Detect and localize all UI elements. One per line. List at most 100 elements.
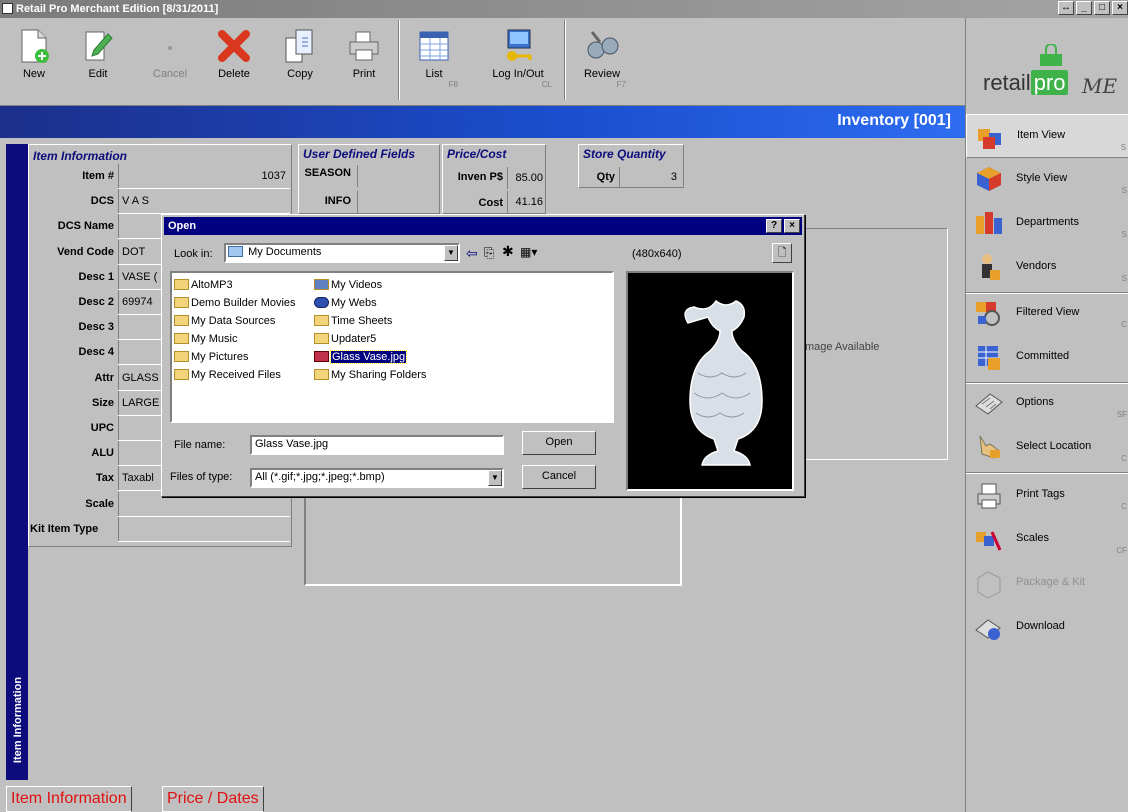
files-of-type-label: Files of type: (170, 471, 233, 483)
up-folder-icon[interactable]: ⎘ (484, 245, 494, 261)
look-in-dropdown[interactable]: My Documents ▼ (224, 243, 460, 263)
folder-icon (174, 278, 189, 290)
delete-button[interactable]: Delete (204, 20, 264, 102)
file-list-item[interactable]: Demo Builder Movies (174, 295, 296, 313)
price-label: Inven P$ (457, 171, 503, 183)
file-list-item[interactable]: My Pictures (174, 349, 248, 367)
app-icon (2, 3, 13, 14)
field-label: DCS Name (57, 220, 114, 233)
file-list-item[interactable]: My Sharing Folders (314, 367, 426, 385)
key-computer-icon (500, 28, 536, 64)
file-list-item[interactable]: AltoMP3 (174, 277, 233, 295)
file-name-input[interactable]: Glass Vase.jpg (250, 435, 504, 455)
field-value[interactable]: 1037 (118, 164, 290, 189)
tab-item-information[interactable]: Item Information (6, 786, 132, 812)
edit-label: Edit (88, 68, 108, 80)
item-information-side-tab[interactable]: Item Information (6, 144, 28, 780)
nav-label: Departments (1016, 216, 1079, 228)
list-shortcut: F8 (448, 80, 458, 89)
nav-scales[interactable]: Scales CF (966, 518, 1128, 562)
window-title: Retail Pro Merchant Edition [8/31/2011] (16, 3, 219, 15)
edit-button[interactable]: Edit (68, 20, 128, 102)
nav-departments[interactable]: Departments S (966, 202, 1128, 246)
nav-print-tags[interactable]: Print Tags C (966, 474, 1128, 518)
open-button[interactable]: Open (522, 431, 596, 455)
print-tags-icon (977, 483, 1001, 509)
file-list-item[interactable]: My Data Sources (174, 313, 275, 331)
user-defined-fields-panel: User Defined Fields SEASON INFO (298, 144, 440, 214)
review-label: Review (583, 68, 621, 80)
files-of-type-dropdown[interactable]: All (*.gif;*.jpg;*.jpeg;*.bmp) ▼ (250, 468, 504, 488)
nav-vendors[interactable]: Vendors S (966, 246, 1128, 290)
login-button[interactable]: Log In/Out CL (478, 20, 558, 102)
file-list-item[interactable]: Updater5 (314, 331, 376, 349)
preview-toggle-icon[interactable]: 🗋 (772, 243, 792, 263)
field-label: DCS (90, 195, 114, 208)
nav-package-kit[interactable]: Package & Kit (966, 562, 1128, 606)
nav-options[interactable]: Options SF (966, 382, 1128, 426)
file-name-text: My Webs (331, 297, 377, 309)
nav-key: C (1121, 320, 1127, 329)
copy-icon (282, 28, 318, 64)
file-list-item[interactable]: My Webs (314, 295, 377, 313)
maximize-button[interactable]: □ (1094, 1, 1110, 15)
nav-select-location[interactable]: Select Location C (966, 426, 1128, 470)
cost-value[interactable]: 41.16 (507, 191, 545, 213)
nav-item-view[interactable]: Item View S (966, 114, 1128, 158)
dialog-cancel-button[interactable]: Cancel (522, 465, 596, 489)
cost-label: Cost (478, 197, 503, 209)
folder-icon (174, 314, 189, 326)
tab-price-dates[interactable]: Price / Dates (162, 786, 264, 812)
back-arrow-icon[interactable]: ⇦ (466, 245, 478, 262)
view-menu-icon[interactable]: ▦▾ (520, 245, 537, 259)
cancel-toolbar-button[interactable]: Cancel (140, 20, 200, 102)
nav-key: S (1121, 274, 1127, 283)
download-icon (975, 619, 1001, 640)
chevron-down-icon[interactable]: ▼ (488, 470, 502, 486)
nav-label: Options (1016, 396, 1054, 408)
field-value[interactable]: V A S (118, 189, 290, 215)
new-button[interactable]: New (4, 20, 64, 102)
udf-season-value[interactable] (357, 165, 439, 187)
minimize-button[interactable]: _ (1076, 1, 1092, 15)
edit-icon (80, 28, 116, 64)
review-button[interactable]: Review F7 (572, 20, 632, 102)
nav-style-view[interactable]: Style View S (966, 158, 1128, 202)
file-list-item[interactable]: Time Sheets (314, 313, 392, 331)
retail-pro-logo: retail pro ME (965, 18, 1128, 114)
options-keyboard-icon (975, 393, 1003, 415)
dialog-close-button[interactable]: × (784, 219, 800, 233)
copy-button[interactable]: Copy (270, 20, 330, 102)
file-list-item[interactable]: My Videos (314, 277, 382, 295)
list-button[interactable]: List F8 (404, 20, 464, 102)
toolbar-separator (398, 20, 400, 100)
file-name-text: My Sharing Folders (331, 369, 427, 381)
video-folder-icon (314, 278, 329, 290)
help-button[interactable]: ? (766, 219, 782, 233)
file-list-item[interactable]: My Music (174, 331, 237, 349)
nav-download[interactable]: Download (966, 606, 1128, 650)
close-button[interactable]: × (1112, 1, 1128, 15)
print-button[interactable]: Print (334, 20, 394, 102)
inven-price-value[interactable]: 85.00 (507, 167, 545, 189)
file-list[interactable]: AltoMP3 Demo Builder Movies My Data Source… (170, 271, 614, 423)
udf-info-value[interactable] (357, 191, 439, 213)
file-name-text: My Videos (331, 279, 383, 291)
qty-value[interactable]: 3 (619, 167, 681, 187)
side-tab-label: Item Information (12, 676, 24, 764)
nav-filtered-view[interactable]: Filtered View C (966, 292, 1128, 336)
chevron-down-icon[interactable]: ▼ (444, 245, 458, 261)
field-value[interactable] (118, 516, 290, 542)
restore-icon[interactable]: ↔ (1058, 1, 1074, 15)
departments-icon (976, 212, 1002, 234)
new-folder-icon[interactable]: ✱ (502, 243, 514, 260)
file-list-item[interactable]: Glass Vase.jpg (314, 349, 408, 367)
price-cost-panel: Price/Cost Inven P$ 85.00 Cost 41.16 (442, 144, 546, 214)
folder-icon (174, 350, 189, 362)
list-label: List (425, 68, 443, 80)
file-list-item[interactable]: My Received Files (174, 367, 281, 385)
dialog-title-bar: Open ? × (164, 217, 802, 235)
qty-label: Qty (596, 171, 615, 183)
nav-committed[interactable]: Committed (966, 336, 1128, 380)
nav-label: Print Tags (1016, 488, 1065, 500)
